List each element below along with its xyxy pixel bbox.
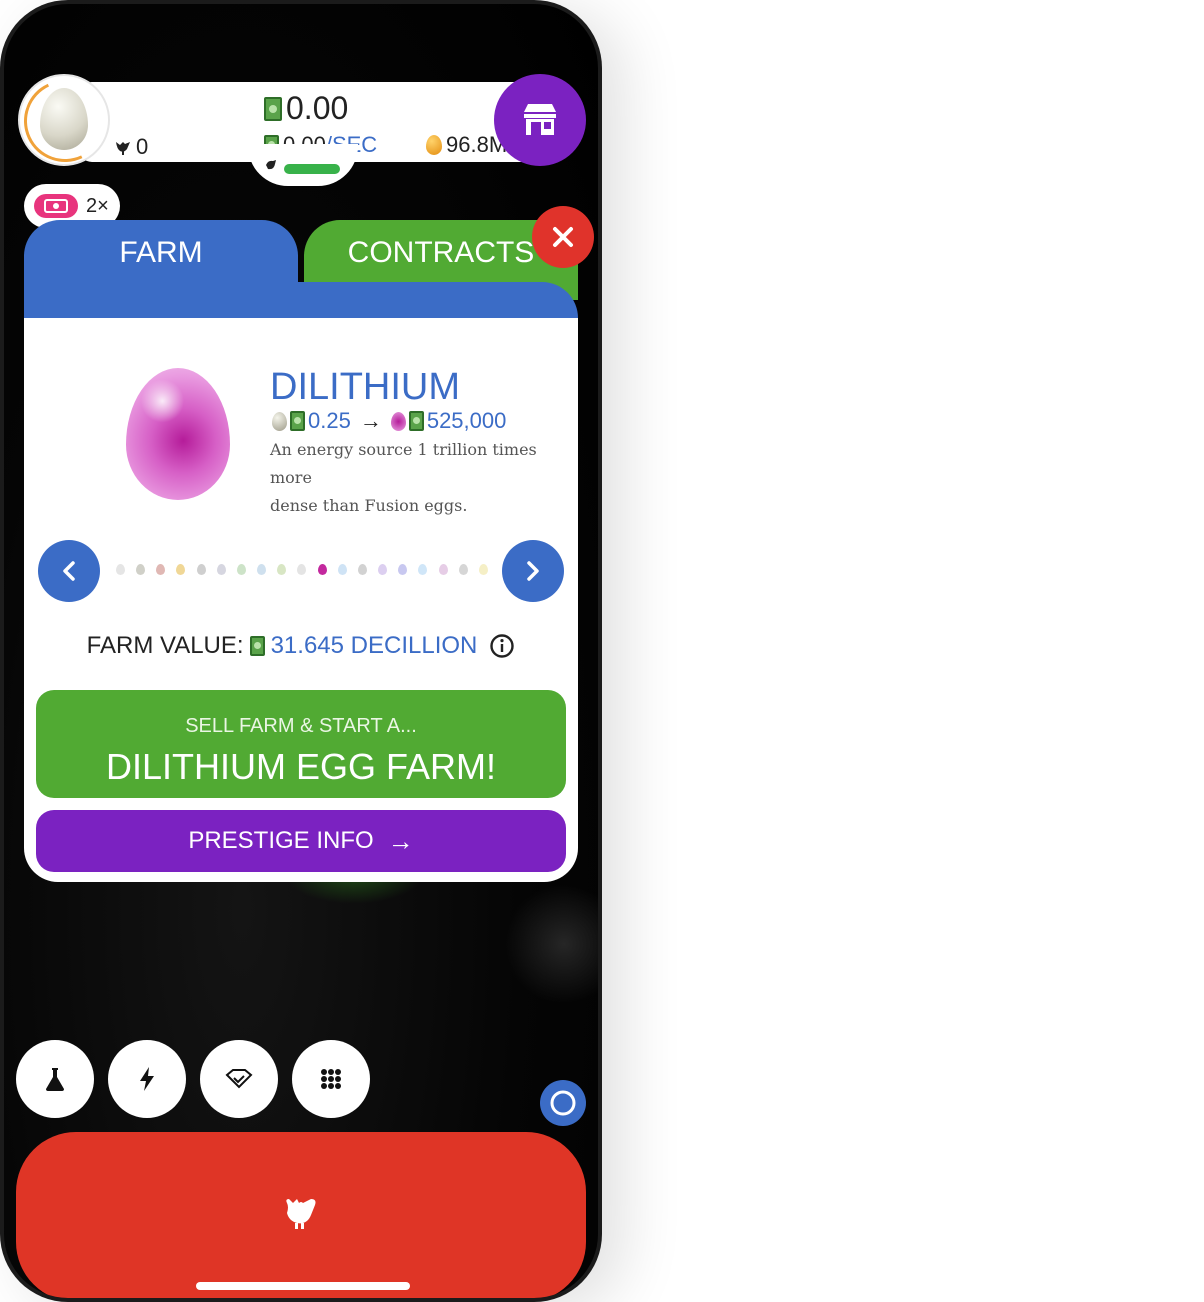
close-button[interactable] [532, 206, 594, 268]
egg-value-change: 0.25 → 525,000 [272, 408, 506, 434]
egg-dot[interactable] [136, 563, 146, 575]
shop-icon [524, 104, 556, 135]
chicken-run-icon [266, 160, 276, 170]
panel-header [24, 282, 578, 322]
value-arrow: → [359, 408, 382, 433]
ring-icon [550, 1090, 576, 1116]
egg-dot-active[interactable] [317, 563, 327, 575]
egg-carousel-dots [116, 562, 488, 576]
chicken-icon [286, 1199, 316, 1229]
research-button[interactable] [16, 1040, 94, 1118]
cash-display: 0.00 [264, 90, 348, 127]
cash-icon [408, 411, 424, 431]
artifacts-button[interactable] [200, 1040, 278, 1118]
background-glow [504, 884, 598, 1004]
progress-bar [284, 164, 340, 174]
grid-icon [321, 1069, 341, 1089]
tab-contracts-label: CONTRACTS [347, 236, 535, 269]
next-egg-button[interactable] [502, 540, 564, 602]
home-indicator[interactable] [196, 1282, 410, 1290]
golden-egg-icon [426, 135, 442, 155]
flask-icon [46, 1068, 64, 1091]
farm-value: 31.645 DECILLION [270, 632, 478, 659]
egg-dot[interactable] [357, 563, 367, 575]
to-value: 525,000 [426, 408, 507, 433]
chicken-count: 0 [114, 134, 148, 160]
egg-dot[interactable] [297, 563, 307, 575]
cash-icon [249, 636, 265, 656]
egg-dot[interactable] [418, 563, 428, 575]
egg-dot[interactable] [176, 563, 186, 575]
cash-icon [290, 411, 305, 431]
egg-description: An energy source 1 trillion times more d… [270, 436, 570, 520]
egg-dot[interactable] [378, 563, 388, 575]
info-icon[interactable] [489, 633, 515, 659]
gem-icon [225, 1069, 253, 1089]
egg-dot[interactable] [277, 563, 287, 575]
sell-farm-button[interactable]: SELL FARM & START A... DILITHIUM EGG FAR… [36, 690, 566, 798]
phone-frame: 0 0.00 0.00/SEC 96.8M [0, 0, 602, 1302]
from-value: 0.25 [308, 408, 351, 433]
chevron-left-icon [63, 561, 75, 581]
boost-multiplier: 2× [86, 194, 109, 217]
egg-count: 96.8M [426, 132, 507, 158]
egg-dot[interactable] [478, 563, 488, 575]
chicken-count-value: 0 [136, 134, 149, 159]
egg-description-line: An energy source 1 trillion times more [270, 440, 537, 487]
egg-dot[interactable] [438, 563, 448, 575]
cash-boost-icon [44, 199, 68, 213]
game-screen: 0 0.00 0.00/SEC 96.8M [4, 4, 598, 1298]
egg-dot[interactable] [196, 563, 206, 575]
hatch-chicken-button[interactable] [16, 1132, 586, 1298]
close-icon [553, 227, 573, 247]
hatchery-progress [248, 144, 358, 186]
egg-dot[interactable] [458, 563, 468, 575]
prestige-info-label: PRESTIGE INFO [188, 827, 374, 854]
egg-dot[interactable] [398, 563, 408, 575]
avatar[interactable] [12, 68, 118, 174]
menu-button[interactable] [292, 1040, 370, 1118]
egg-dot[interactable] [257, 563, 267, 575]
previous-egg-button[interactable] [38, 540, 100, 602]
egg-name: DILITHIUM [270, 366, 460, 408]
lightning-icon [140, 1067, 154, 1091]
dilithium-egg-image [126, 368, 230, 500]
egg-dot[interactable] [116, 563, 125, 575]
egg-dot[interactable] [216, 563, 226, 575]
chevron-right-icon [527, 561, 539, 581]
egg-dot[interactable] [156, 563, 166, 575]
tab-farm-label: FARM [119, 236, 203, 269]
boosts-button[interactable] [108, 1040, 186, 1118]
dilithium-egg-icon [390, 411, 406, 431]
shop-button[interactable] [494, 74, 586, 166]
egg-dot[interactable] [337, 563, 347, 575]
cash-value: 0.00 [286, 90, 349, 126]
cash-icon [264, 96, 282, 121]
prestige-info-button[interactable]: PRESTIGE INFO → [36, 810, 566, 872]
regular-egg-icon [272, 411, 287, 431]
farm-value-row: FARM VALUE: 31.645 DECILLION [24, 632, 578, 660]
assistive-touch-button[interactable] [540, 1080, 586, 1126]
chicken-icon [116, 142, 130, 155]
sell-button-subtitle: SELL FARM & START A... [185, 714, 417, 737]
prestige-panel: DILITHIUM 0.25 → 525,000 An energy sourc… [24, 318, 578, 882]
boost-pill [34, 194, 78, 218]
farm-value-label: FARM VALUE: [86, 632, 244, 659]
arrow-right-icon: → [387, 825, 414, 856]
sell-button-title: DILITHIUM EGG FARM! [105, 745, 497, 787]
egg-description-line: dense than Fusion eggs. [270, 496, 468, 515]
egg-dot[interactable] [236, 563, 246, 575]
